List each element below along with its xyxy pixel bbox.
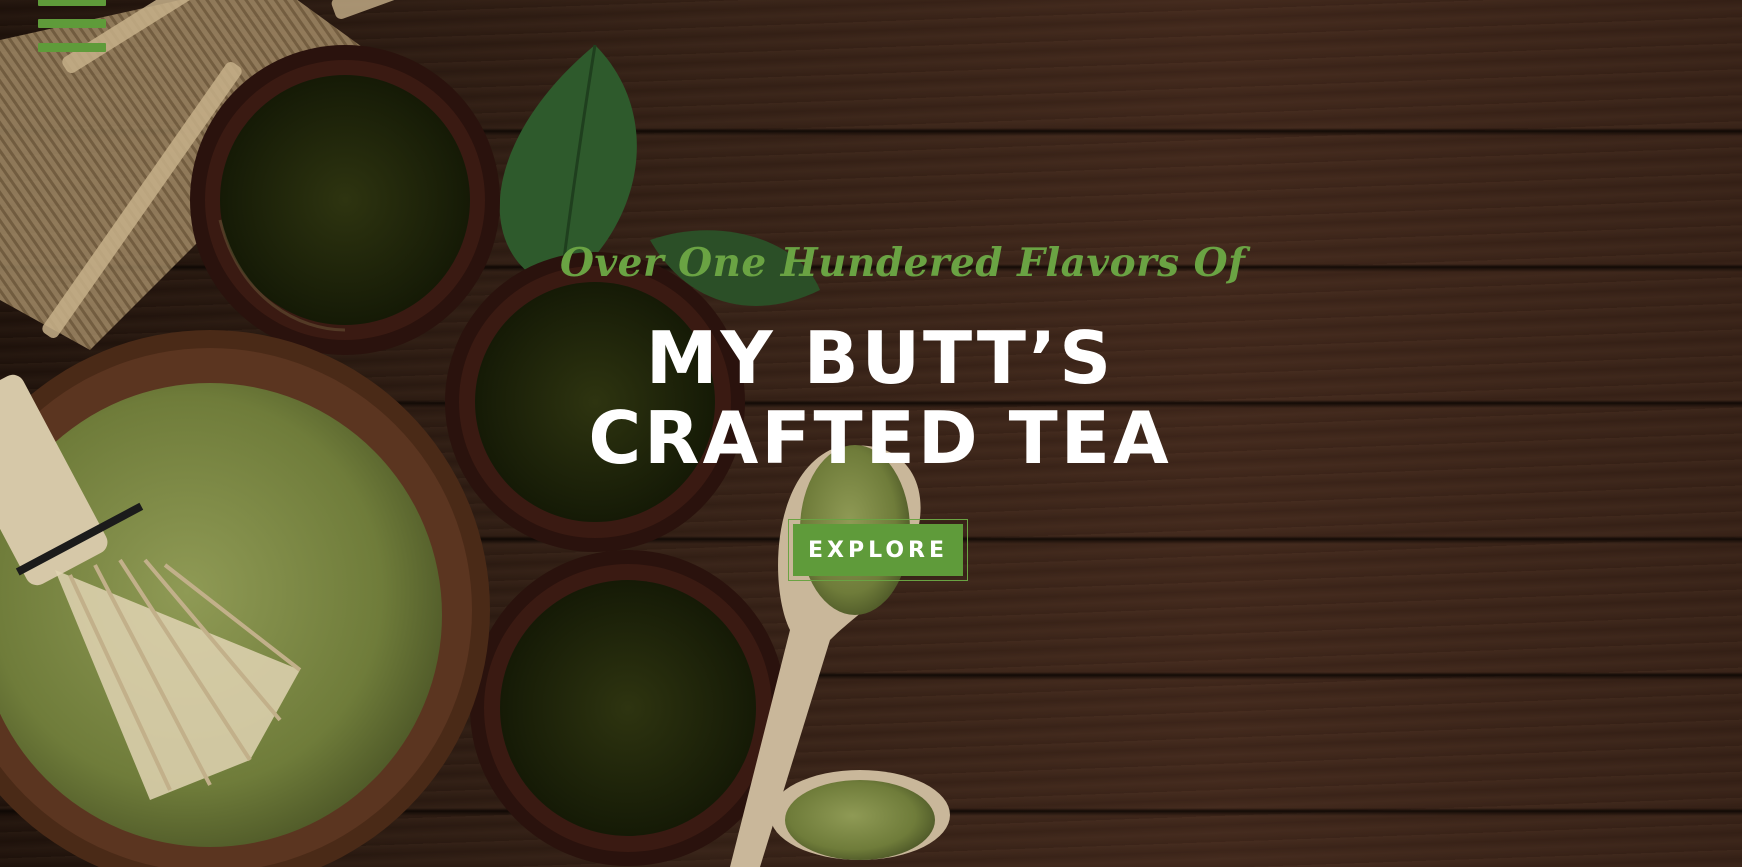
explore-button-frame: EXPLORE: [788, 519, 968, 581]
hero-content: Over One Hundered Flavors Of MY BUTT’S C…: [0, 0, 1742, 867]
hero-title: MY BUTT’S CRAFTED TEA: [520, 318, 1240, 478]
menu-bar-middle: [38, 19, 106, 28]
explore-button[interactable]: EXPLORE: [793, 524, 963, 576]
hero-title-line-1: MY BUTT’S: [645, 316, 1115, 400]
hamburger-menu-icon[interactable]: [38, 0, 106, 56]
hero-tagline: Over One Hundered Flavors Of: [560, 240, 1246, 286]
hero-section: Over One Hundered Flavors Of MY BUTT’S C…: [0, 0, 1742, 867]
menu-bar-top: [38, 0, 106, 6]
hero-title-line-2: CRAFTED TEA: [588, 396, 1172, 480]
menu-bar-bottom: [38, 43, 106, 52]
